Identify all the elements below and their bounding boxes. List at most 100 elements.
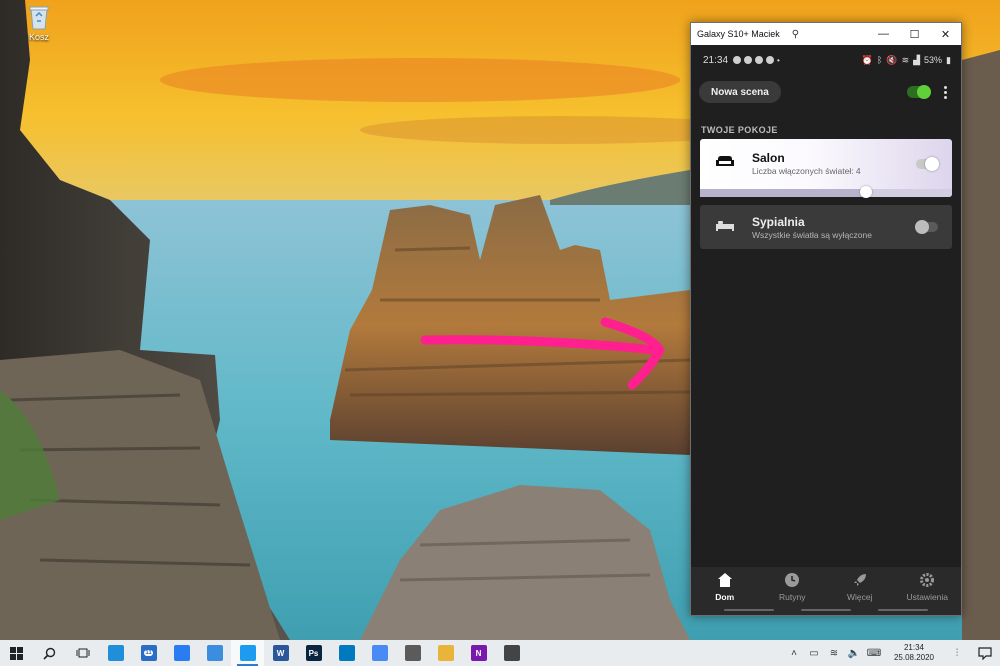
task-view-button[interactable] bbox=[66, 640, 99, 666]
wifi-icon[interactable]: ≋ bbox=[824, 648, 844, 659]
recycle-bin-label: Kosz bbox=[28, 32, 49, 42]
status-time: 21:34 bbox=[703, 54, 729, 66]
taskbar-clock[interactable]: 21:34 25.08.2020 bbox=[884, 643, 944, 663]
mail-icon: 11 bbox=[140, 645, 157, 661]
pin-icon[interactable]: ⚲ bbox=[792, 29, 799, 40]
taskbar-app-calculator[interactable] bbox=[396, 640, 429, 666]
battery-level: 53% bbox=[924, 55, 943, 65]
signal-icon: ▟ bbox=[913, 54, 921, 65]
dot-icon: • bbox=[777, 55, 780, 65]
chevron-up-icon[interactable]: ˄ bbox=[784, 648, 804, 659]
battery-icon: ▮ bbox=[946, 54, 951, 65]
room-name: Sypialnia bbox=[752, 215, 805, 229]
windows-logo-icon bbox=[10, 646, 23, 660]
phone-status-bar: 21:34 • ⏰ ᛒ 🔇 ≋ ▟ 53% ▮ bbox=[691, 45, 961, 75]
nav-home[interactable]: Dom bbox=[691, 567, 759, 615]
alarm-icon: ⏰ bbox=[861, 54, 873, 65]
gear-icon bbox=[920, 573, 935, 587]
phone-link-icon[interactable]: ▭ bbox=[804, 648, 824, 659]
taskbar-app-messenger[interactable] bbox=[165, 640, 198, 666]
room-name: Salon bbox=[752, 151, 785, 165]
room-status: Liczba włączonych świateł: 4 bbox=[752, 166, 861, 176]
nav-label: Ustawienia bbox=[906, 592, 949, 602]
trello-icon bbox=[338, 645, 355, 661]
maximize-button[interactable]: ☐ bbox=[899, 23, 930, 45]
calculator-icon bbox=[404, 645, 421, 661]
action-center-button[interactable] bbox=[970, 646, 1000, 660]
master-lights-toggle[interactable] bbox=[907, 85, 931, 99]
room-status: Wszystkie światła są wyłączone bbox=[752, 230, 872, 240]
notification-icon bbox=[978, 646, 992, 660]
keyboard-icon[interactable]: ⌨ bbox=[864, 648, 884, 659]
windows-taskbar: 11 W Ps N ˄ ▭ ≋ 🔈 ⌨ 21:34 25.08.2020 ⫶ bbox=[0, 640, 1000, 666]
taskbar-app-phone-mirror[interactable] bbox=[231, 640, 264, 666]
mail-badge: 11 bbox=[144, 650, 153, 656]
app-letter: Ps bbox=[308, 648, 319, 658]
brightness-slider[interactable] bbox=[700, 186, 952, 198]
more-options-icon[interactable] bbox=[937, 83, 953, 101]
messenger-icon bbox=[173, 645, 190, 661]
nav-settings[interactable]: Ustawienia bbox=[894, 567, 962, 615]
youtube-icon bbox=[733, 56, 742, 64]
recycle-bin-icon bbox=[29, 6, 49, 30]
rooms-section-title: TWOJE POKOJE bbox=[701, 125, 778, 135]
nav-label: Więcej bbox=[846, 592, 873, 602]
clock-date: 25.08.2020 bbox=[893, 653, 935, 662]
meet-now-icon[interactable]: ⫶ bbox=[944, 648, 970, 659]
taskbar-app-chrome[interactable] bbox=[198, 640, 231, 666]
taskbar-app-word[interactable]: W bbox=[264, 640, 297, 666]
app-letter: W bbox=[276, 648, 285, 658]
clock-icon bbox=[785, 573, 800, 587]
taskbar-app-onenote[interactable]: N bbox=[462, 640, 495, 666]
close-button[interactable]: ✕ bbox=[930, 23, 961, 45]
gear-icon bbox=[766, 56, 775, 64]
store-icon bbox=[503, 645, 520, 661]
brightness-slider-handle[interactable] bbox=[860, 186, 873, 198]
bluetooth-icon: ᛒ bbox=[876, 55, 883, 65]
taskbar-app-photoshop[interactable]: Ps bbox=[297, 640, 330, 666]
taskbar-app-trello[interactable] bbox=[330, 640, 363, 666]
bed-icon bbox=[716, 221, 734, 231]
window-titlebar[interactable]: Galaxy S10+ Maciek ⚲ — ☐ ✕ bbox=[691, 23, 961, 45]
search-button[interactable] bbox=[33, 640, 66, 666]
taskbar-app-file-explorer[interactable] bbox=[429, 640, 462, 666]
app-letter: N bbox=[475, 648, 482, 658]
taskbar-app-store[interactable] bbox=[495, 640, 528, 666]
search-icon bbox=[43, 647, 56, 660]
wifi-icon: ≋ bbox=[901, 54, 910, 65]
room-toggle[interactable] bbox=[916, 157, 939, 171]
phone-mirror-icon bbox=[239, 645, 256, 661]
window-title: Galaxy S10+ Maciek bbox=[697, 29, 780, 39]
phone-mirror-window: Galaxy S10+ Maciek ⚲ — ☐ ✕ 21:34 • ⏰ ᛒ 🔇… bbox=[690, 22, 962, 616]
chrome-icon bbox=[206, 645, 223, 661]
rocket-icon bbox=[853, 574, 866, 586]
facebook-icon bbox=[755, 56, 764, 64]
system-tray: ˄ ▭ ≋ 🔈 ⌨ 21:34 25.08.2020 ⫶ bbox=[784, 640, 1000, 666]
nav-routines[interactable]: Rutyny bbox=[759, 567, 827, 615]
clock-time: 21:34 bbox=[903, 643, 925, 652]
room-toggle[interactable] bbox=[915, 220, 938, 234]
room-card-salon[interactable]: Salon Liczba włączonych świateł: 4 bbox=[700, 139, 952, 198]
translate-icon bbox=[371, 645, 388, 661]
nav-label: Dom bbox=[715, 592, 735, 602]
app-bar: Nowa scena bbox=[691, 75, 961, 109]
start-button[interactable] bbox=[0, 640, 33, 666]
taskbar-app-edge[interactable] bbox=[99, 640, 132, 666]
room-card-sypialnia[interactable]: Sypialnia Wszystkie światła są wyłączone bbox=[700, 205, 952, 249]
volume-icon[interactable]: 🔈 bbox=[844, 648, 864, 659]
phone-screen: 21:34 • ⏰ ᛒ 🔇 ≋ ▟ 53% ▮ Nowa scena TWOJE… bbox=[691, 45, 961, 615]
taskbar-app-translate[interactable] bbox=[363, 640, 396, 666]
file-explorer-icon bbox=[437, 645, 454, 661]
taskbar-app-mail[interactable]: 11 bbox=[132, 640, 165, 666]
new-scene-button[interactable]: Nowa scena bbox=[699, 81, 781, 103]
mute-icon: 🔇 bbox=[886, 54, 898, 65]
facebook-icon bbox=[744, 56, 753, 64]
edge-icon bbox=[107, 645, 124, 661]
onenote-icon: N bbox=[470, 645, 487, 661]
recycle-bin[interactable]: Kosz bbox=[22, 4, 56, 42]
task-view-icon bbox=[76, 648, 89, 658]
home-icon bbox=[717, 573, 732, 587]
nav-label: Rutyny bbox=[779, 592, 806, 602]
minimize-button[interactable]: — bbox=[868, 23, 899, 45]
nav-more[interactable]: Więcej bbox=[826, 567, 894, 615]
